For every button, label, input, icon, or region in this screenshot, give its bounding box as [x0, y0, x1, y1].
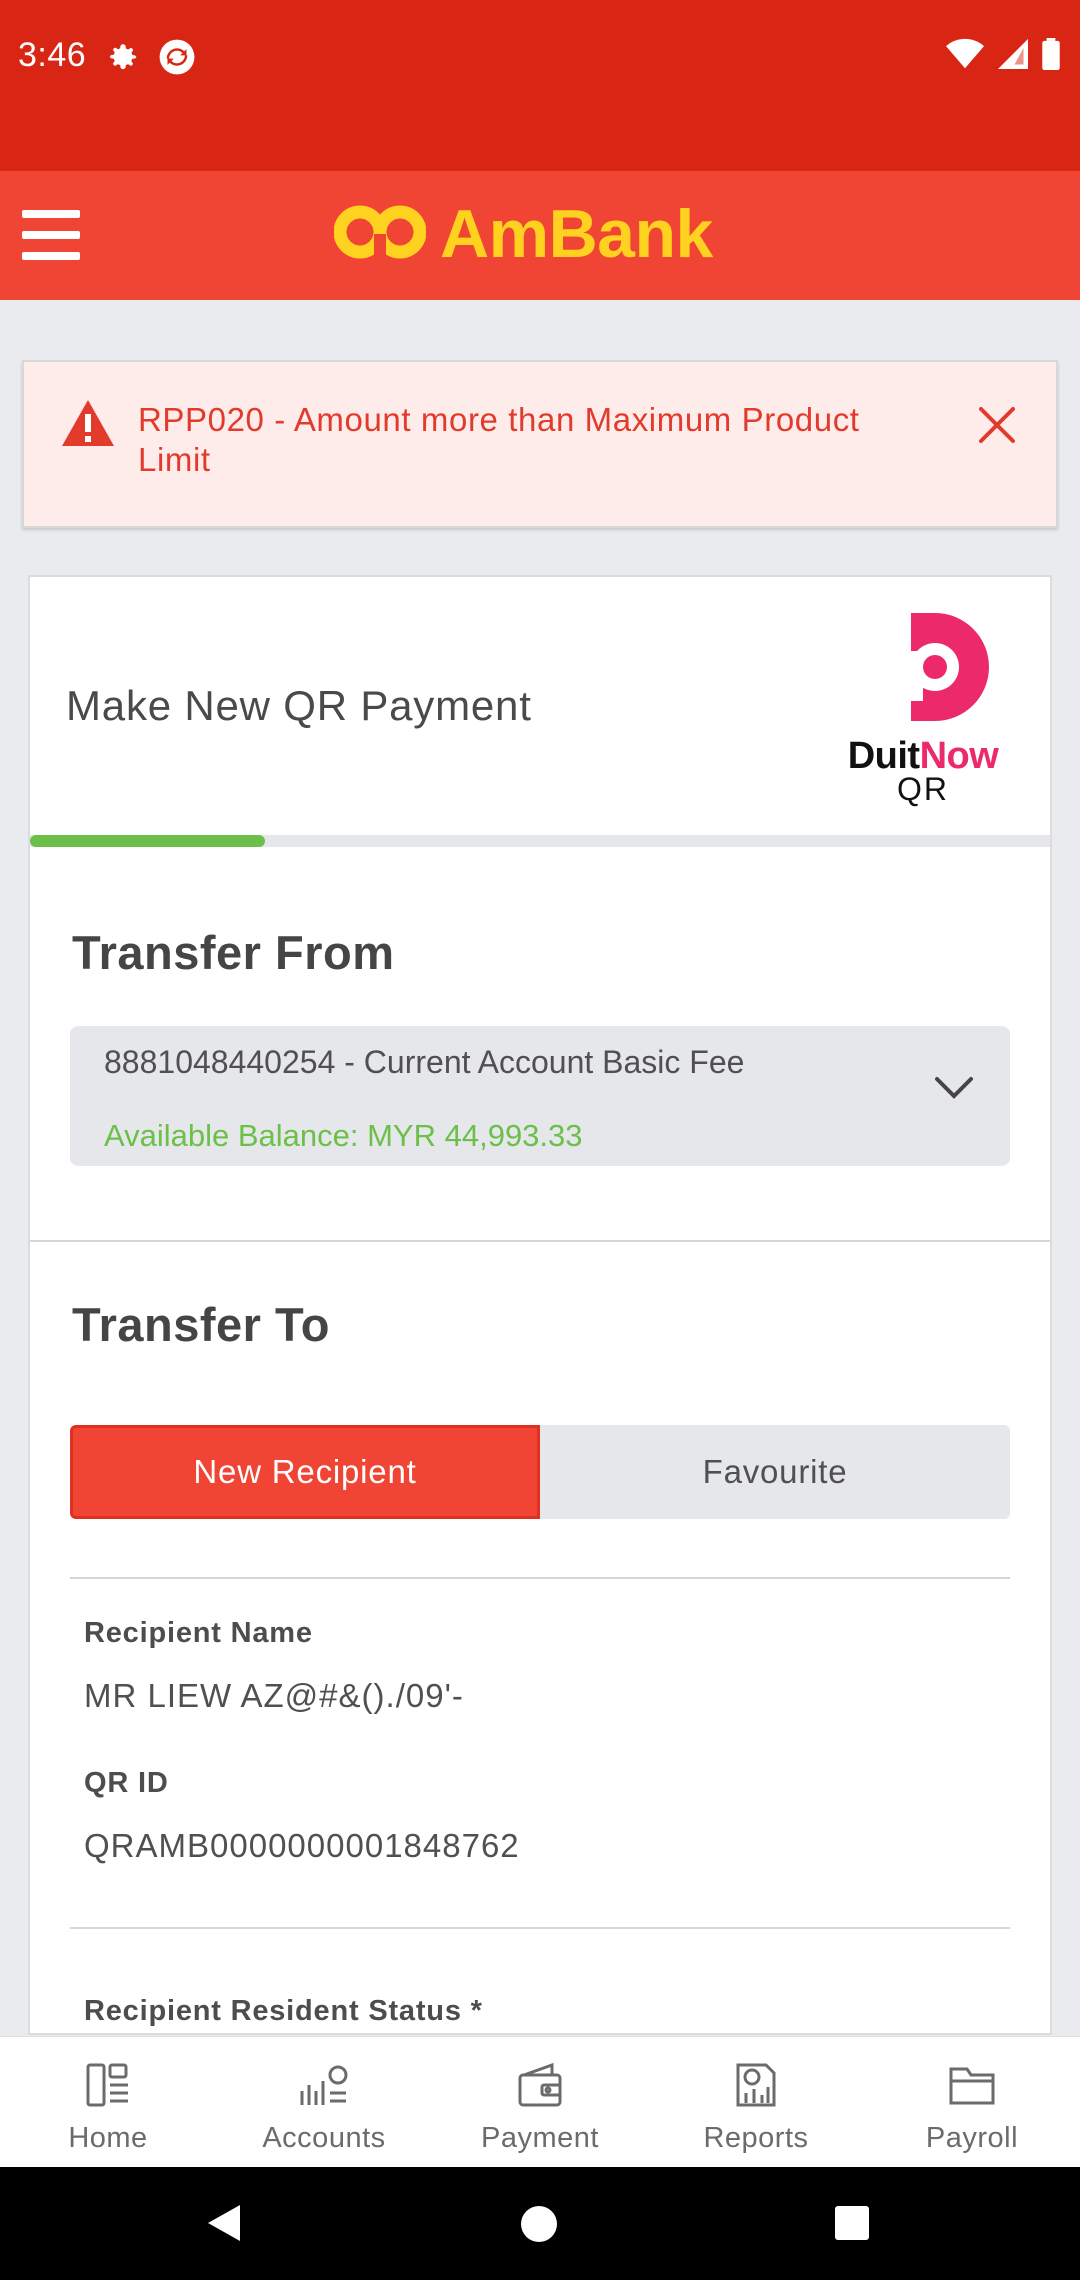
- duitnow-qr-text: QR: [897, 771, 949, 807]
- payroll-folder-icon: [947, 2061, 997, 2114]
- duitnow-mark-icon: [911, 613, 989, 721]
- nav-label-reports: Reports: [703, 2122, 809, 2154]
- reports-icon: [732, 2061, 780, 2114]
- account-select[interactable]: 8881048440254 - Current Account Basic Fe…: [70, 1026, 1010, 1166]
- home-circle-icon[interactable]: [520, 2205, 558, 2248]
- close-icon[interactable]: [978, 406, 1016, 449]
- back-icon[interactable]: [206, 2203, 242, 2248]
- qr-id-label: QR ID: [84, 1767, 169, 1799]
- hamburger-menu-icon[interactable]: [22, 207, 80, 263]
- transfer-from-title: Transfer From: [72, 926, 395, 979]
- sync-icon: [158, 38, 196, 81]
- recipient-tabs: New Recipient Favourite: [70, 1425, 1010, 1519]
- error-banner: RPP020 - Amount more than Maximum Produc…: [22, 360, 1058, 528]
- progress-bar: [30, 835, 1050, 847]
- divider: [70, 1927, 1010, 1929]
- nav-label-home: Home: [68, 2122, 148, 2154]
- recipient-name-label: Recipient Name: [84, 1617, 313, 1649]
- recents-icon[interactable]: [834, 2205, 870, 2246]
- wifi-icon: [946, 38, 984, 75]
- transfer-to-title: Transfer To: [72, 1298, 330, 1351]
- nav-item-reports[interactable]: Reports: [648, 2037, 864, 2167]
- available-balance: Available Balance: MYR 44,993.33: [104, 1118, 583, 1153]
- battery-icon: [1042, 38, 1060, 75]
- account-name: 8881048440254 - Current Account Basic Fe…: [104, 1044, 745, 1080]
- brand-name: AmBank: [440, 196, 713, 272]
- section-divider: [30, 1240, 1050, 1242]
- brand-logo: AmBank: [333, 195, 713, 273]
- system-nav-bar: [0, 2167, 1080, 2280]
- bottom-nav: Home Accounts Payment Reports Payroll: [0, 2036, 1080, 2167]
- resident-status-label: Recipient Resident Status *: [84, 1995, 483, 2027]
- gear-icon: [106, 40, 140, 79]
- nav-item-accounts[interactable]: Accounts: [216, 2037, 432, 2167]
- payment-wallet-icon: [516, 2061, 564, 2114]
- payment-card: Make New QR Payment DuitNow QR Transfer …: [28, 575, 1052, 2035]
- nav-label-accounts: Accounts: [262, 2122, 386, 2154]
- page-title: Make New QR Payment: [66, 682, 532, 729]
- duitnow-qr-logo: DuitNow QR: [833, 611, 1013, 807]
- recipient-name-value: MR LIEW AZ@#&()./09'-: [84, 1677, 464, 1714]
- nav-item-payment[interactable]: Payment: [432, 2037, 648, 2167]
- signal-icon: [998, 39, 1028, 74]
- qr-id-value: QRAMB0000000001848762: [84, 1827, 520, 1864]
- tab-favourite[interactable]: Favourite: [540, 1425, 1010, 1519]
- nav-label-payroll: Payroll: [925, 2122, 1019, 2154]
- tab-new-recipient[interactable]: New Recipient: [70, 1425, 540, 1519]
- accounts-icon: [298, 2061, 350, 2114]
- divider: [70, 1577, 1010, 1579]
- status-bar: 3:46: [0, 0, 1080, 171]
- error-message: RPP020 - Amount more than Maximum Produc…: [138, 401, 860, 478]
- home-icon: [84, 2061, 132, 2114]
- nav-item-payroll[interactable]: Payroll: [864, 2037, 1080, 2167]
- ambank-logo-icon: [333, 204, 427, 265]
- nav-item-home[interactable]: Home: [0, 2037, 216, 2167]
- app-header: AmBank: [0, 171, 1080, 300]
- warning-icon: [60, 398, 116, 453]
- nav-label-payment: Payment: [481, 2122, 599, 2154]
- chevron-down-icon[interactable]: [934, 1076, 974, 1105]
- progress-fill: [30, 835, 265, 847]
- status-time: 3:46: [18, 36, 87, 74]
